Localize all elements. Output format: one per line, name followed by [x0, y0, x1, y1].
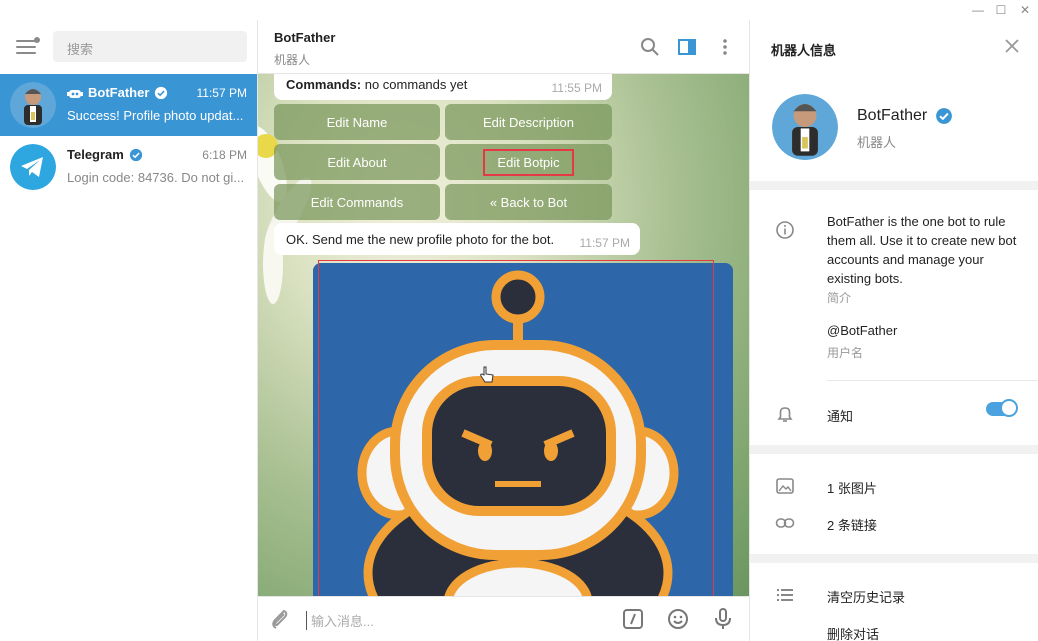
- chat-name: Telegram: [67, 147, 143, 162]
- chat-item-telegram[interactable]: Telegram 6:18 PM Login code: 84736. Do n…: [0, 136, 257, 198]
- about-hint: 简介: [827, 291, 852, 305]
- edit-commands-button[interactable]: Edit Commands: [274, 184, 440, 220]
- search-icon[interactable]: [640, 37, 660, 57]
- divider: [750, 445, 1038, 454]
- notifications-toggle[interactable]: [986, 399, 1018, 417]
- bell-icon: [777, 407, 793, 422]
- chat-time: 6:18 PM: [202, 148, 247, 162]
- sidebar-toggle-icon[interactable]: [677, 37, 697, 57]
- profile-avatar[interactable]: [772, 94, 838, 160]
- divider: [827, 380, 1038, 381]
- bot-info-panel: 机器人信息 BotFather 机器人 BotFather is the one…: [749, 20, 1038, 641]
- message-composer: 输入消息...: [258, 596, 749, 641]
- photo-highlight-box: [318, 260, 714, 596]
- divider: [750, 554, 1038, 563]
- sidebar-header: 搜索: [0, 20, 257, 74]
- edit-name-button[interactable]: Edit Name: [274, 104, 440, 140]
- verified-icon: [129, 148, 142, 161]
- chat-area: BotFather 机器人 Commands: no commands yet …: [258, 20, 749, 641]
- verified-icon: [155, 86, 168, 99]
- profile-subtitle: 机器人: [857, 135, 897, 150]
- info-panel-title: 机器人信息: [771, 43, 837, 58]
- bot-reply-message: OK. Send me the new profile photo for th…: [274, 223, 640, 255]
- botfather-avatar: [10, 82, 56, 128]
- list-icon: [777, 589, 793, 601]
- divider: [750, 181, 1038, 190]
- image-icon: [776, 478, 794, 494]
- profile-name: BotFather: [857, 107, 953, 125]
- back-to-bot-button[interactable]: « Back to Bot: [445, 184, 612, 220]
- message-list: Commands: no commands yet 11:55 PM Edit …: [258, 74, 749, 596]
- microphone-icon[interactable]: [711, 607, 735, 631]
- edit-description-button[interactable]: Edit Description: [445, 104, 612, 140]
- edit-botpic-label: Edit Botpic: [483, 148, 574, 176]
- photos-count[interactable]: 1 张图片: [827, 478, 877, 497]
- chat-preview: Login code: 84736. Do not gi...: [67, 170, 245, 185]
- emoji-icon[interactable]: [666, 607, 690, 631]
- about-text: BotFather is the one bot to rule them al…: [827, 214, 1017, 286]
- edit-about-button[interactable]: Edit About: [274, 144, 440, 180]
- bot-icon: [67, 89, 83, 98]
- close-icon[interactable]: [1004, 38, 1020, 54]
- chat-preview: Success! Profile photo updat...: [67, 108, 244, 123]
- link-icon: [775, 518, 795, 528]
- profile-name-text: BotFather: [857, 107, 928, 124]
- more-icon[interactable]: [715, 37, 735, 57]
- edit-botpic-button[interactable]: Edit Botpic: [445, 144, 612, 180]
- close-window-button[interactable]: ✕: [1012, 0, 1038, 20]
- verified-icon: [936, 108, 953, 124]
- username-hint: 用户名: [827, 346, 864, 360]
- message-time: 11:57 PM: [579, 236, 630, 250]
- menu-icon[interactable]: [16, 37, 40, 54]
- chat-header: BotFather 机器人: [258, 20, 749, 74]
- commands-icon[interactable]: [621, 607, 645, 631]
- hand-cursor-icon: [480, 366, 494, 383]
- maximize-button[interactable]: ☐: [988, 0, 1014, 20]
- links-count[interactable]: 2 条链接: [827, 515, 877, 534]
- info-icon: [776, 221, 794, 239]
- delete-chat-action[interactable]: 删除对话: [827, 624, 879, 641]
- chat-name-text: BotFather: [88, 85, 150, 100]
- reply-text: OK. Send me the new profile photo for th…: [286, 232, 555, 247]
- attach-icon[interactable]: [268, 607, 292, 631]
- title-bar: — ☐ ✕: [0, 0, 1038, 20]
- search-input[interactable]: 搜索: [53, 31, 247, 62]
- chat-item-botfather[interactable]: BotFather 11:57 PM Success! Profile phot…: [0, 74, 257, 136]
- notifications-label: 通知: [827, 409, 854, 424]
- chat-list-sidebar: 搜索 BotFather 11:57 PM Success! Profile p…: [0, 20, 258, 641]
- message-time: 11:55 PM: [551, 81, 602, 95]
- clear-history-action[interactable]: 清空历史记录: [827, 587, 905, 606]
- chat-title[interactable]: BotFather: [274, 30, 335, 45]
- commands-label: Commands:: [286, 77, 362, 92]
- telegram-avatar: [10, 144, 56, 190]
- chat-name: BotFather: [67, 85, 168, 100]
- chat-name-text: Telegram: [67, 147, 124, 162]
- commands-message: Commands: no commands yet 11:55 PM: [274, 74, 612, 100]
- chat-time: 11:57 PM: [196, 86, 247, 100]
- chat-subtitle: 机器人: [274, 53, 311, 67]
- username-text[interactable]: @BotFather: [827, 323, 897, 338]
- message-input[interactable]: 输入消息...: [306, 611, 374, 630]
- commands-text: no commands yet: [361, 77, 468, 92]
